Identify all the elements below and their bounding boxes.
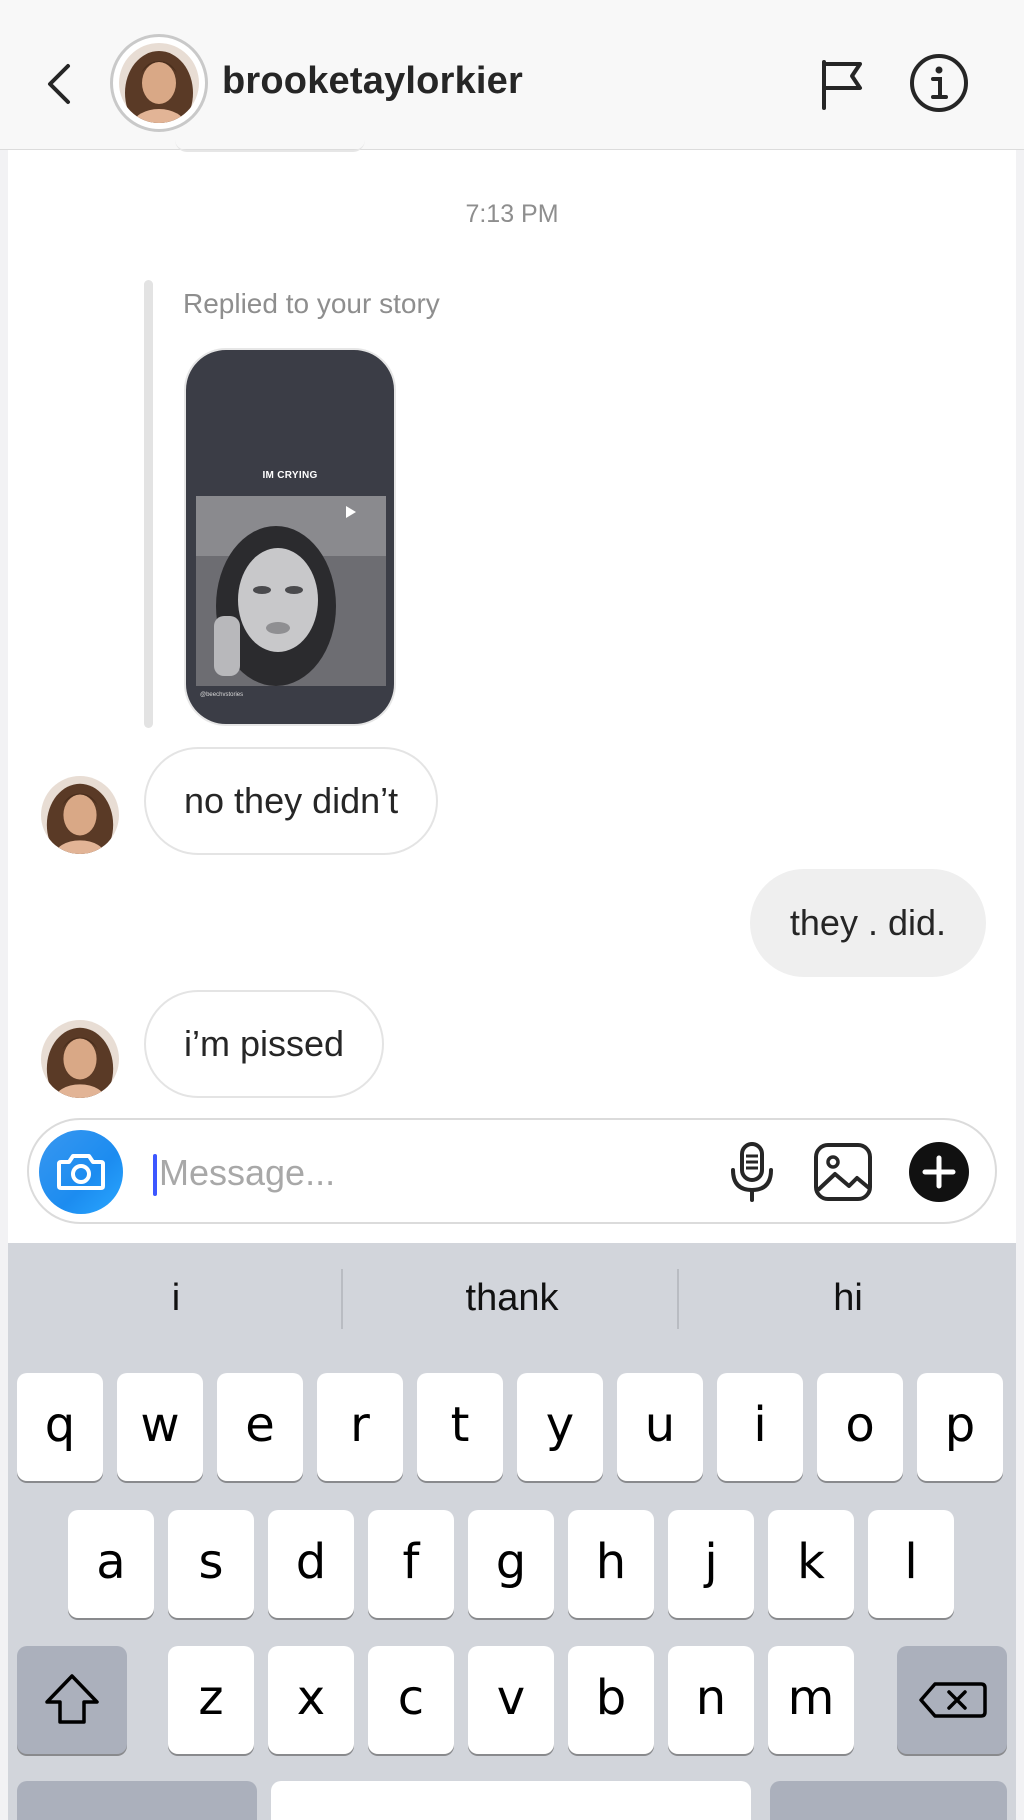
key-y[interactable]: y: [517, 1373, 603, 1481]
edge-left: [0, 0, 8, 1820]
gallery-icon: [814, 1143, 872, 1201]
key-z[interactable]: z: [168, 1646, 254, 1754]
suggestion-divider: [677, 1269, 679, 1329]
key-k[interactable]: k: [768, 1510, 854, 1618]
predictive-bar: i thank hi: [8, 1243, 1016, 1353]
story-credit: @beechvstories: [200, 692, 244, 698]
key-l[interactable]: l: [868, 1510, 954, 1618]
key-r[interactable]: r: [317, 1373, 403, 1481]
key-w[interactable]: w: [117, 1373, 203, 1481]
key-v[interactable]: v: [468, 1646, 554, 1754]
message-input[interactable]: [159, 1142, 589, 1204]
key-h[interactable]: h: [568, 1510, 654, 1618]
flag-icon: [822, 60, 862, 110]
chevron-left-icon: [48, 64, 70, 104]
previous-message-edge: [175, 140, 365, 152]
suggestion-1[interactable]: i: [8, 1265, 344, 1331]
key-x[interactable]: x: [268, 1646, 354, 1754]
more-options-button[interactable]: [907, 1140, 971, 1204]
space-key[interactable]: [271, 1781, 751, 1820]
dm-thread-screen: brooketaylorkier 7:13 PM Replied to your…: [0, 0, 1024, 1820]
sender-avatar[interactable]: [41, 1020, 119, 1098]
camera-button[interactable]: [39, 1130, 123, 1214]
profile-avatar-button[interactable]: [110, 34, 208, 132]
sender-avatar[interactable]: [41, 776, 119, 854]
info-button[interactable]: [908, 52, 970, 114]
suggestion-2[interactable]: thank: [344, 1265, 680, 1331]
return-key[interactable]: [770, 1781, 1007, 1820]
key-p[interactable]: p: [917, 1373, 1003, 1481]
story-photo: [196, 496, 386, 686]
camera-icon: [57, 1154, 105, 1190]
header-username[interactable]: brooketaylorkier: [222, 60, 523, 103]
key-s[interactable]: s: [168, 1510, 254, 1618]
shift-icon: [45, 1674, 99, 1724]
key-q[interactable]: q: [17, 1373, 103, 1481]
microphone-icon: [731, 1142, 773, 1202]
reply-indicator-bar: [144, 280, 153, 728]
key-c[interactable]: c: [368, 1646, 454, 1754]
incoming-message[interactable]: i’m pissed: [144, 990, 385, 1098]
gallery-button[interactable]: [811, 1140, 875, 1204]
numbers-key[interactable]: [17, 1781, 257, 1820]
story-caption: IM CRYING: [262, 470, 318, 481]
back-button[interactable]: [38, 56, 82, 112]
voice-message-button[interactable]: [723, 1140, 781, 1204]
key-i[interactable]: i: [717, 1373, 803, 1481]
story-thumbnail[interactable]: IM CRYING @beechvstories: [184, 348, 396, 726]
key-b[interactable]: b: [568, 1646, 654, 1754]
message-timestamp: 7:13 PM: [465, 200, 559, 228]
key-u[interactable]: u: [617, 1373, 703, 1481]
thread-header: brooketaylorkier: [0, 0, 1024, 150]
key-o[interactable]: o: [817, 1373, 903, 1481]
key-t[interactable]: t: [417, 1373, 503, 1481]
suggestion-divider: [341, 1269, 343, 1329]
plus-circle-icon: [909, 1142, 969, 1202]
avatar: [119, 43, 199, 123]
key-m[interactable]: m: [768, 1646, 854, 1754]
suggestion-3[interactable]: hi: [680, 1265, 1016, 1331]
backspace-key[interactable]: [897, 1646, 1007, 1754]
key-a[interactable]: a: [68, 1510, 154, 1618]
key-d[interactable]: d: [268, 1510, 354, 1618]
key-n[interactable]: n: [668, 1646, 754, 1754]
key-f[interactable]: f: [368, 1510, 454, 1618]
ios-keyboard: i thank hi q w e r t y u i o p a s d f g…: [8, 1243, 1016, 1820]
report-button[interactable]: [816, 56, 868, 112]
text-cursor: [153, 1154, 157, 1196]
outgoing-message[interactable]: they . did.: [749, 869, 986, 977]
story-reply-label: Replied to your story: [183, 288, 440, 319]
key-g[interactable]: g: [468, 1510, 554, 1618]
message-composer: [27, 1118, 997, 1224]
info-icon: [910, 54, 968, 112]
key-j[interactable]: j: [668, 1510, 754, 1618]
shift-key[interactable]: [17, 1646, 127, 1754]
incoming-message[interactable]: no they didn’t: [144, 747, 439, 855]
key-e[interactable]: e: [217, 1373, 303, 1481]
edge-right: [1016, 0, 1024, 1820]
backspace-icon: [919, 1682, 987, 1718]
